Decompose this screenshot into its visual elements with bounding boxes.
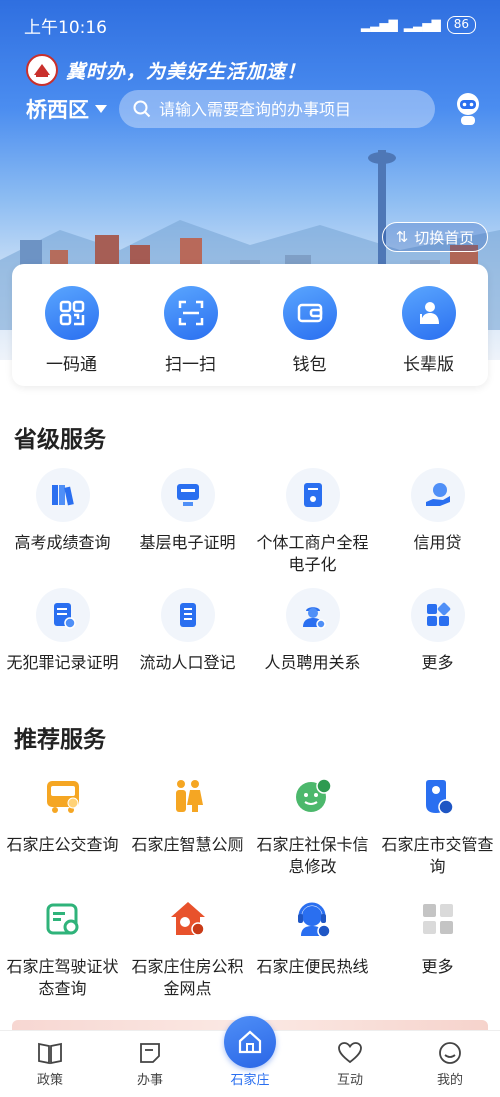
service-label: 无犯罪记录证明 <box>6 653 119 672</box>
slogan-text: 冀时办，为美好生活加速！ <box>66 60 307 83</box>
nav-tab-tasks[interactable]: 办事 <box>100 1031 200 1097</box>
service-label: 高考成绩查询 <box>14 533 111 552</box>
nav-tab-interaction[interactable]: 互动 <box>300 1031 400 1097</box>
search-bar[interactable] <box>119 90 435 128</box>
nav-tab-profile[interactable]: 我的 <box>400 1031 500 1097</box>
service-item[interactable]: 人员聘用关系 <box>250 588 375 708</box>
location-search-row: 桥西区 <box>26 90 486 128</box>
signal-icon: ▂▃▅▇ <box>360 18 398 32</box>
wallet-icon <box>282 286 337 340</box>
service-label: 石家庄社保卡信息修改 <box>256 835 369 876</box>
home-icon[interactable] <box>224 1016 276 1068</box>
quick-item-qrcode[interactable]: 一码通 <box>22 286 122 386</box>
quick-label: 一码通 <box>46 355 97 375</box>
service-item[interactable]: 高考成绩查询 <box>0 468 125 588</box>
app-logo <box>26 54 58 86</box>
service-label: 石家庄智慧公厕 <box>131 835 244 854</box>
battery-indicator: 86 <box>446 16 476 34</box>
service-item[interactable]: 石家庄社保卡信息修改 <box>250 770 375 892</box>
nav-label: 互动 <box>336 1073 363 1088</box>
nav-tab-policy[interactable]: 政策 <box>0 1031 100 1097</box>
service-item[interactable]: 石家庄公交查询 <box>0 770 125 892</box>
license-icon <box>36 892 90 946</box>
heart-icon <box>338 1042 362 1064</box>
quick-item-scan[interactable]: 扫一扫 <box>141 286 241 386</box>
service-item[interactable]: 石家庄智慧公厕 <box>125 770 250 892</box>
profile-icon <box>439 1042 461 1064</box>
service-label: 个体工商户全程电子化 <box>256 533 369 574</box>
status-bar: 上午10:16 ▂▃▅▇ ▂▃▅▇ 86 <box>0 0 500 50</box>
nav-label: 石家庄 <box>230 1073 270 1088</box>
search-input[interactable] <box>159 99 419 119</box>
signal-icon-2: ▂▃▅▇ <box>403 18 441 32</box>
service-item[interactable]: 石家庄驾驶证状态查询 <box>0 892 125 1014</box>
quick-item-elder[interactable]: 长辈版 <box>379 286 479 386</box>
scan-icon <box>163 286 218 340</box>
slogan-row: 冀时办，为美好生活加速！ <box>26 54 306 86</box>
service-label: 石家庄驾驶证状态查询 <box>6 957 119 998</box>
service-label: 人员聘用关系 <box>264 653 361 672</box>
district-label: 桥西区 <box>26 98 89 122</box>
loan-icon <box>410 468 465 522</box>
nav-label: 我的 <box>436 1073 463 1088</box>
service-item[interactable]: 无犯罪记录证明 <box>0 588 125 708</box>
quick-label: 扫一扫 <box>165 355 216 375</box>
district-selector[interactable]: 桥西区 <box>26 94 107 124</box>
section-title-recommended: 推荐服务 <box>14 727 106 753</box>
service-item[interactable]: 石家庄住房公积金网点 <box>125 892 250 1014</box>
provincial-services-grid: 高考成绩查询 基层电子证明 个体工商户全程电子化 信用贷 无犯罪记录证明 流动人… <box>0 468 500 708</box>
quick-label: 长辈版 <box>403 355 454 375</box>
nav-label: 政策 <box>36 1073 63 1088</box>
business-doc-icon <box>285 468 340 522</box>
task-icon <box>140 1043 160 1063</box>
service-item[interactable]: 流动人口登记 <box>125 588 250 708</box>
quick-label: 钱包 <box>292 355 327 375</box>
books-icon <box>35 468 90 522</box>
service-item[interactable]: 石家庄市交管查询 <box>375 770 500 892</box>
registration-icon <box>160 588 215 642</box>
bus-icon <box>36 770 90 824</box>
quick-item-wallet[interactable]: 钱包 <box>260 286 360 386</box>
service-item[interactable]: 基层电子证明 <box>125 468 250 588</box>
status-time: 上午10:16 <box>24 17 107 38</box>
service-label: 更多 <box>421 957 454 976</box>
service-label: 石家庄住房公积金网点 <box>131 957 244 998</box>
record-doc-icon <box>35 588 90 642</box>
service-item-more[interactable]: 更多 <box>375 892 500 1014</box>
chevron-down-icon <box>95 105 107 113</box>
switch-icon: ⇅ <box>395 228 409 246</box>
certificate-icon <box>160 468 215 522</box>
service-label: 石家庄公交查询 <box>6 835 119 854</box>
service-item[interactable]: 个体工商户全程电子化 <box>250 468 375 588</box>
more-grid-gray-icon <box>411 892 465 946</box>
service-label: 石家庄市交管查询 <box>381 835 494 876</box>
more-grid-icon <box>410 588 465 642</box>
switch-home-button[interactable]: ⇅ 切换首页 <box>382 222 488 252</box>
social-card-icon <box>286 770 340 824</box>
service-label: 基层电子证明 <box>139 533 236 552</box>
service-label: 信用贷 <box>413 533 462 552</box>
service-label: 流动人口登记 <box>139 653 236 672</box>
traffic-icon <box>411 770 465 824</box>
policy-icon <box>38 1042 62 1065</box>
hotline-icon <box>286 892 340 946</box>
qrcode-icon <box>44 286 99 340</box>
service-label: 石家庄便民热线 <box>256 957 369 976</box>
robot-assistant-icon[interactable] <box>453 91 483 127</box>
quick-actions-card: 一码通 扫一扫 钱包 长辈版 <box>12 264 488 386</box>
housing-fund-icon <box>161 892 215 946</box>
service-item[interactable]: 信用贷 <box>375 468 500 588</box>
section-title-provincial: 省级服务 <box>14 427 106 453</box>
service-item[interactable]: 石家庄便民热线 <box>250 892 375 1014</box>
search-icon <box>133 100 151 118</box>
worker-icon <box>285 588 340 642</box>
elder-icon <box>401 286 456 340</box>
switch-home-label: 切换首页 <box>414 228 475 247</box>
nav-label: 办事 <box>136 1073 163 1088</box>
service-item-more[interactable]: 更多 <box>375 588 500 708</box>
service-label: 更多 <box>421 653 454 672</box>
recommended-services-grid: 石家庄公交查询 石家庄智慧公厕 石家庄社保卡信息修改 石家庄市交管查询 石家庄驾… <box>0 770 500 1014</box>
restroom-icon <box>161 770 215 824</box>
